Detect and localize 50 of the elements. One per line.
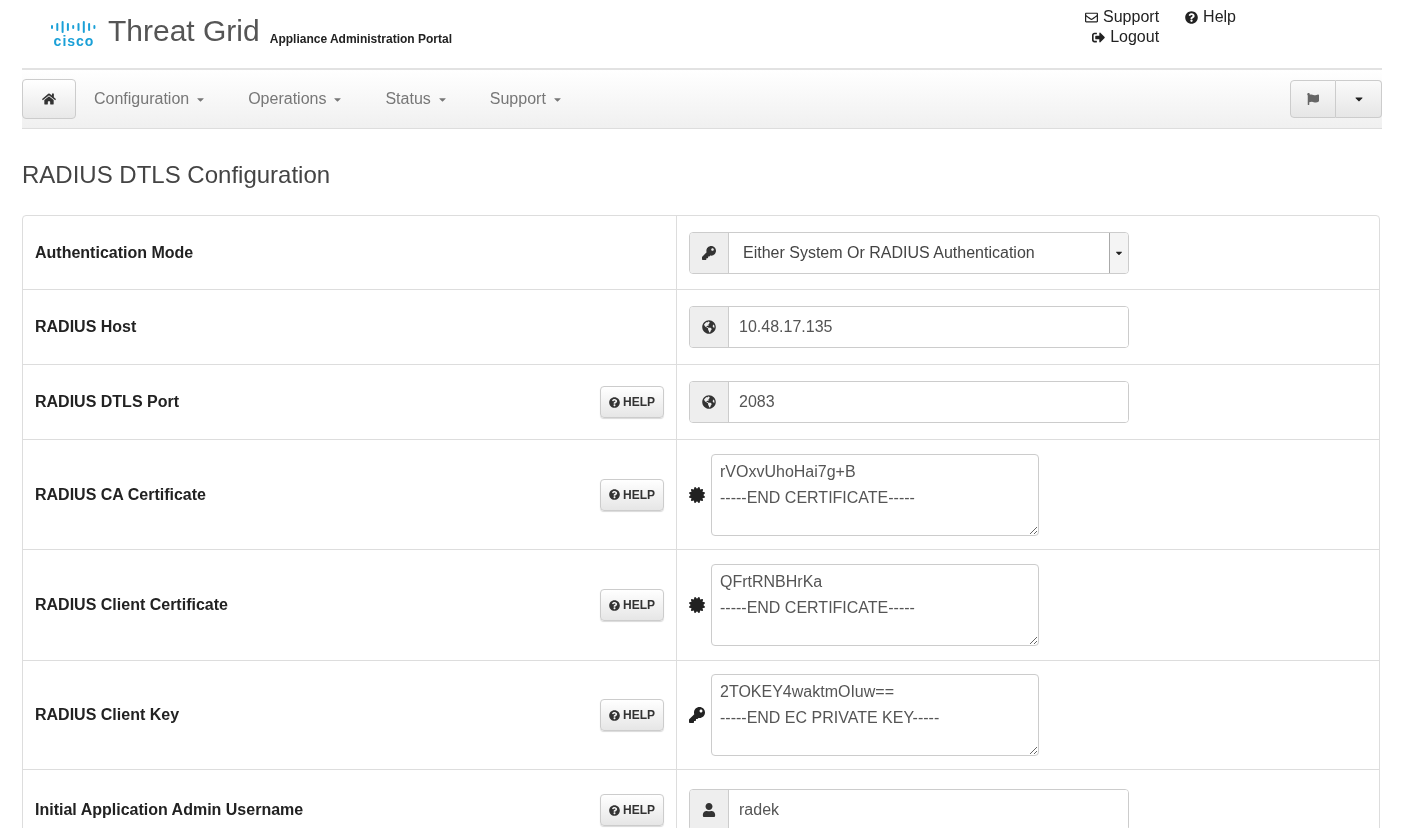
nav-menu[interactable]: Configuration bbox=[94, 90, 207, 108]
help-button[interactable]: HELP bbox=[600, 589, 664, 621]
question-icon bbox=[609, 489, 620, 500]
field-label: Authentication Mode bbox=[35, 243, 194, 262]
flag-button[interactable] bbox=[1290, 80, 1336, 118]
field-label: RADIUS Client Certificate bbox=[35, 596, 228, 614]
header-link[interactable]: Support bbox=[1085, 8, 1160, 26]
field-label: RADIUS Client Key bbox=[35, 706, 180, 724]
text-area[interactable]: rVOxvUhoHai7g+B -----END CERTIFICATE----- bbox=[711, 453, 1039, 536]
select-field[interactable]: Either System Or RADIUS Authentication bbox=[689, 231, 1129, 274]
flag-icon bbox=[1307, 93, 1319, 105]
logo-text: cisco bbox=[53, 34, 95, 48]
help-button[interactable]: HELP bbox=[600, 699, 664, 731]
input-field[interactable]: 2083 bbox=[689, 381, 1129, 423]
envelope-icon bbox=[1085, 10, 1099, 24]
field-label: RADIUS DTLS Port bbox=[35, 393, 179, 411]
home-button[interactable] bbox=[22, 79, 76, 119]
user-icon bbox=[702, 803, 716, 817]
question-icon bbox=[1185, 10, 1199, 24]
question-icon bbox=[609, 396, 620, 408]
input-field[interactable]: 10.48.17.135 bbox=[689, 306, 1129, 348]
badge-icon bbox=[689, 597, 705, 613]
text-area[interactable]: QFrtRNBHrKa -----END CERTIFICATE----- bbox=[711, 564, 1039, 646]
field-label: Initial Application Admin Username bbox=[35, 801, 304, 819]
help-button[interactable]: HELP bbox=[600, 478, 664, 511]
globe-icon bbox=[702, 320, 716, 334]
header-link[interactable]: Logout bbox=[1092, 28, 1160, 46]
nav-menu[interactable]: Support bbox=[489, 90, 563, 108]
badge-icon bbox=[689, 486, 705, 503]
page-title: RADIUS DTLS Configuration bbox=[22, 161, 332, 190]
question-icon bbox=[609, 804, 620, 816]
home-icon bbox=[42, 92, 56, 106]
help-button[interactable]: HELP bbox=[600, 386, 664, 418]
text-area[interactable]: 2TOKEY4waktmOIuw== -----END EC PRIVATE KEY----- bbox=[711, 674, 1039, 756]
input-field[interactable]: radek bbox=[689, 789, 1129, 828]
logo-bars-icon bbox=[50, 20, 98, 34]
question-icon bbox=[609, 599, 620, 611]
field-label: RADIUS CA Certificate bbox=[35, 485, 206, 504]
key-icon bbox=[689, 707, 705, 723]
field-label: RADIUS Host bbox=[35, 318, 137, 336]
globe-icon bbox=[702, 395, 716, 409]
portal-subtitle: Appliance Administration Portal bbox=[269, 32, 452, 46]
help-button[interactable]: HELP bbox=[600, 794, 664, 826]
header-link[interactable]: Help bbox=[1185, 8, 1236, 26]
product-name: Threat Grid bbox=[108, 14, 260, 48]
question-icon bbox=[609, 709, 620, 721]
logout-icon bbox=[1092, 30, 1106, 44]
nav-menu[interactable]: Status bbox=[385, 90, 448, 108]
nav-menu[interactable]: Operations bbox=[248, 90, 344, 108]
key-icon bbox=[702, 245, 716, 260]
